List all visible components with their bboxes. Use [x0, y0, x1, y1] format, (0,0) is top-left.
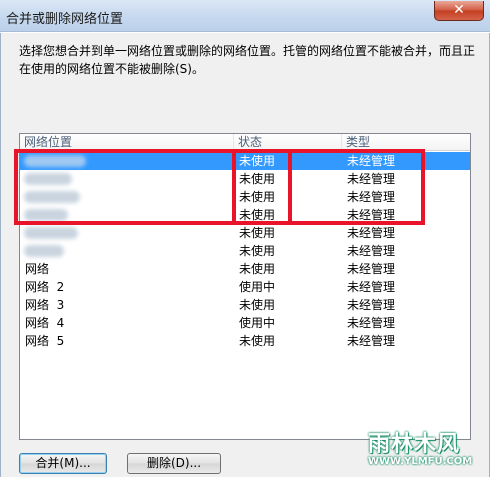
column-header-status[interactable]: 状态: [234, 134, 342, 151]
watermark-brand: 雨林木风: [368, 432, 461, 457]
cell-status: 使用中: [239, 280, 276, 294]
table-row[interactable]: 未使用 未经管理: [20, 206, 470, 224]
cell-type: 未经管理: [347, 172, 396, 186]
cell-status: 未使用: [239, 190, 276, 204]
list-header: 网络位置 状态 类型: [20, 134, 470, 151]
redacted-location: [24, 227, 78, 239]
watermark-url: WWW.YLMFU.COM: [368, 456, 473, 467]
table-row[interactable]: 未使用 未经管理: [20, 242, 470, 260]
cell-status: 未使用: [239, 208, 276, 222]
cell-type: 未经管理: [347, 262, 396, 276]
cell-type: 未经管理: [347, 280, 396, 294]
cell-type: 未经管理: [347, 208, 396, 222]
title-bar: 合并或删除网络位置 ✕: [0, 0, 490, 32]
cell-location: 网络 4: [25, 316, 65, 330]
cell-location: 网络 2: [25, 280, 65, 294]
close-button[interactable]: ✕: [434, 1, 484, 21]
window-title: 合并或删除网络位置: [6, 12, 124, 27]
cell-status: 使用中: [239, 316, 276, 330]
table-row[interactable]: 未使用 未经管理: [20, 152, 470, 170]
cell-type: 未经管理: [347, 154, 396, 168]
column-header-location[interactable]: 网络位置: [20, 134, 234, 151]
redacted-location: [24, 155, 86, 167]
table-row[interactable]: 未使用 未经管理: [20, 224, 470, 242]
table-row[interactable]: 未使用 未经管理: [20, 170, 470, 188]
cell-status: 未使用: [239, 154, 276, 168]
cell-status: 未使用: [239, 298, 276, 312]
cell-status: 未使用: [239, 244, 276, 258]
cell-location: 网络 3: [25, 298, 65, 312]
network-location-list[interactable]: 网络位置 状态 类型 未使用 未经管理 未使用 未经管理 未使用 未经管理 未使用 未经管理未…: [19, 133, 471, 440]
table-row[interactable]: 网络 3 未使用 未经管理: [20, 296, 470, 314]
table-row[interactable]: 网络 4 使用中 未经管理: [20, 314, 470, 332]
delete-button[interactable]: 删除(D)...: [127, 453, 221, 474]
redacted-location: [24, 173, 72, 185]
column-header-type[interactable]: 类型: [342, 134, 470, 151]
redacted-location: [24, 209, 68, 221]
cell-type: 未经管理: [347, 316, 396, 330]
redacted-location: [24, 191, 80, 203]
table-row[interactable]: 网络 2 使用中 未经管理: [20, 278, 470, 296]
cell-status: 未使用: [239, 226, 276, 240]
watermark-logo: 雨林木风 WWW.YLMFU.COM: [358, 424, 488, 476]
cell-status: 未使用: [239, 334, 276, 348]
cell-type: 未经管理: [347, 190, 396, 204]
table-row[interactable]: 网络 未使用 未经管理: [20, 260, 470, 278]
cell-type: 未经管理: [347, 244, 396, 258]
table-row[interactable]: 未使用 未经管理: [20, 188, 470, 206]
close-icon: ✕: [453, 2, 465, 18]
cell-status: 未使用: [239, 262, 276, 276]
table-row[interactable]: 网络 5 未使用 未经管理: [20, 332, 470, 350]
cell-status: 未使用: [239, 172, 276, 186]
cell-location: 网络: [25, 262, 50, 276]
cell-type: 未经管理: [347, 226, 396, 240]
description-text: 选择您想合并到单一网络位置或删除的网络位置。托管的网络位置不能被合并，而且正在使…: [19, 44, 476, 76]
cell-type: 未经管理: [347, 298, 396, 312]
cell-location: 网络 5: [25, 334, 65, 348]
cell-type: 未经管理: [347, 334, 396, 348]
redacted-location: [24, 245, 64, 257]
merge-button[interactable]: 合并(M)...: [19, 453, 107, 474]
